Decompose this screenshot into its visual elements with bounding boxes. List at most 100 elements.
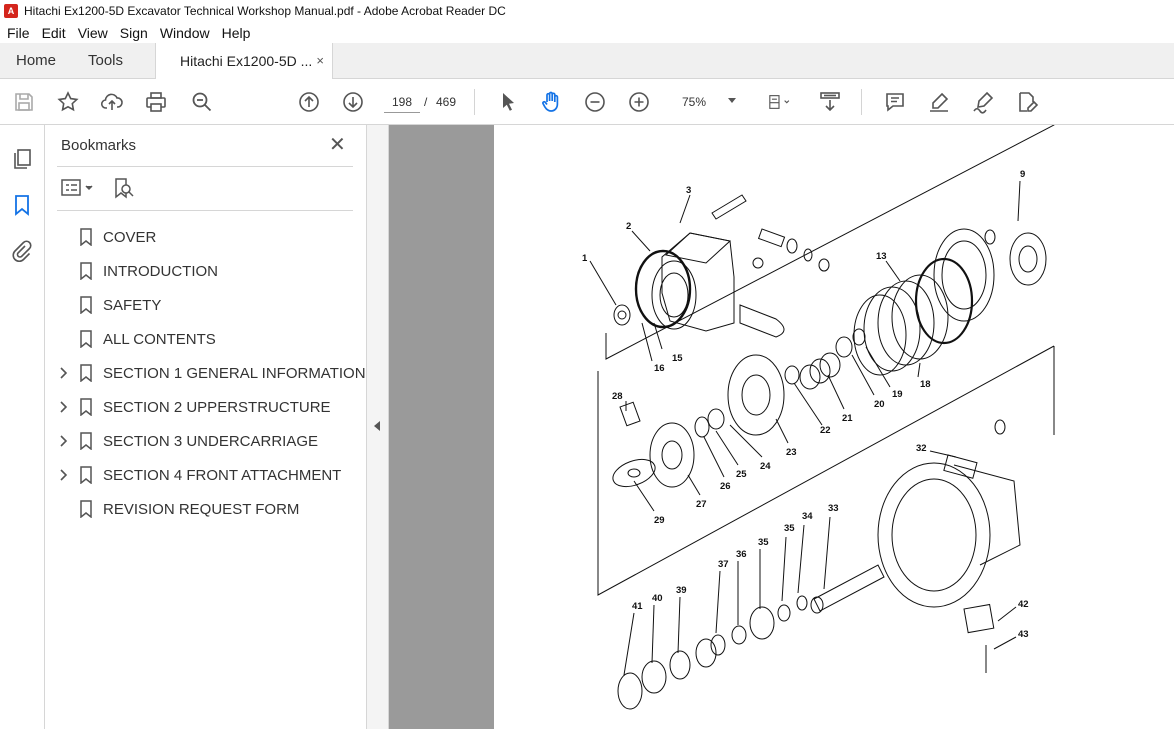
- highlight-pen-icon[interactable]: [927, 90, 951, 114]
- panel-divider: [57, 166, 353, 167]
- bookmark-item[interactable]: SECTION 1 GENERAL INFORMATION: [45, 356, 367, 390]
- bookmarks-title: Bookmarks: [61, 137, 137, 154]
- bookmark-icon: [80, 330, 92, 348]
- bookmark-item[interactable]: INTRODUCTION: [45, 254, 367, 288]
- toolbar-divider: [861, 89, 862, 115]
- menu-sign[interactable]: Sign: [114, 25, 154, 41]
- pdf-page: 1 2 3 9 13 15 16 18 19 20 21 22 23 24 25 26 27 28 29 32 33 34…: [494, 125, 1174, 729]
- page-separator: /: [424, 95, 428, 109]
- bookmarks-panel: Bookmarks ✕ COVER INTRODUCTION SAFETY ALL C…: [45, 125, 367, 729]
- total-pages: 469: [436, 95, 457, 109]
- bookmark-item[interactable]: SECTION 2 UPPERSTRUCTURE: [45, 390, 367, 424]
- callout-number: 41: [632, 601, 643, 612]
- upload-icon[interactable]: [100, 90, 124, 114]
- chevron-right-icon[interactable]: [59, 365, 69, 381]
- select-cursor-icon[interactable]: [496, 90, 520, 114]
- previous-page-icon[interactable]: [297, 90, 321, 114]
- bookmark-list: COVER INTRODUCTION SAFETY ALL CONTENTS SECTI…: [45, 220, 367, 526]
- zoom-dropdown[interactable]: 75%: [668, 90, 746, 114]
- diagram-linework: [589, 125, 1055, 710]
- callout-number: 19: [892, 389, 903, 400]
- menu-help[interactable]: Help: [216, 25, 257, 41]
- document-viewer[interactable]: 1 2 3 9 13 15 16 18 19 20 21 22 23 24 25 26 27 28 29 32 33 34…: [389, 125, 1174, 729]
- bookmark-icon: [80, 262, 92, 280]
- tab-bar: Home Tools Hitachi Ex1200-5D ... ×: [0, 43, 1174, 79]
- menu-view[interactable]: View: [72, 25, 114, 41]
- callout-number: 29: [654, 515, 665, 526]
- menu-file[interactable]: File: [0, 25, 36, 41]
- callout-number: 21: [842, 413, 853, 424]
- close-tab-icon[interactable]: ×: [316, 53, 324, 68]
- print-icon[interactable]: [144, 90, 168, 114]
- zoom-in-icon[interactable]: [627, 90, 651, 114]
- bookmark-item[interactable]: ALL CONTENTS: [45, 322, 367, 356]
- toolbar-divider: [474, 89, 475, 115]
- scroll-mode-icon[interactable]: [818, 90, 842, 114]
- bookmark-tools: [61, 177, 135, 199]
- sign-pen-icon[interactable]: [971, 90, 995, 114]
- close-panel-icon[interactable]: ✕: [329, 135, 346, 155]
- callout-number: 25: [736, 469, 747, 480]
- bookmark-label: SECTION 1 GENERAL INFORMATION: [103, 365, 366, 382]
- page-number-input[interactable]: [384, 91, 420, 113]
- zoom-search-icon[interactable]: [190, 90, 214, 114]
- bookmark-item[interactable]: REVISION REQUEST FORM: [45, 492, 367, 526]
- callout-number: 13: [876, 251, 887, 262]
- bookmark-icon: [80, 228, 92, 246]
- callout-number: 26: [720, 481, 731, 492]
- find-bookmark-icon[interactable]: [111, 177, 135, 199]
- window-title: Hitachi Ex1200-5D Excavator Technical Wo…: [24, 4, 506, 18]
- hand-tool-icon[interactable]: [539, 90, 563, 114]
- bookmark-label: SAFETY: [103, 297, 162, 314]
- bookmark-icon: [80, 500, 92, 518]
- callout-number: 40: [652, 593, 663, 604]
- bookmark-icon: [80, 466, 92, 484]
- tab-document-label: Hitachi Ex1200-5D ...: [180, 53, 313, 69]
- collapse-panel-icon[interactable]: [374, 421, 380, 431]
- menu-edit[interactable]: Edit: [36, 25, 72, 41]
- callout-labels: 1239131516181920212223242526272829323334…: [582, 169, 1029, 640]
- callout-number: 27: [696, 499, 707, 510]
- chevron-right-icon[interactable]: [59, 433, 69, 449]
- callout-number: 34: [802, 511, 813, 522]
- page-thumbnails-icon[interactable]: [10, 147, 34, 171]
- bookmark-item[interactable]: SECTION 3 UNDERCARRIAGE: [45, 424, 367, 458]
- bookmark-icon: [80, 398, 92, 416]
- save-icon[interactable]: [12, 90, 36, 114]
- chevron-right-icon[interactable]: [59, 399, 69, 415]
- chevron-down-icon: [728, 98, 736, 103]
- menu-bar: File Edit View Sign Window Help: [0, 22, 1174, 43]
- bookmark-item[interactable]: SECTION 4 FRONT ATTACHMENT: [45, 458, 367, 492]
- title-bar: A Hitachi Ex1200-5D Excavator Technical …: [0, 0, 1174, 22]
- bookmark-label: COVER: [103, 229, 157, 246]
- chevron-right-icon[interactable]: [59, 467, 69, 483]
- tab-tools[interactable]: Tools: [88, 52, 123, 69]
- menu-window[interactable]: Window: [154, 25, 216, 41]
- panel-divider: [57, 210, 353, 211]
- panel-splitter[interactable]: [367, 125, 389, 729]
- edit-pdf-icon[interactable]: [1015, 90, 1039, 114]
- zoom-out-icon[interactable]: [583, 90, 607, 114]
- callout-number: 15: [672, 353, 683, 364]
- page-fit-icon[interactable]: [762, 90, 796, 114]
- bookmark-panel-icon[interactable]: [10, 193, 34, 217]
- bookmark-options-icon[interactable]: [61, 177, 97, 199]
- callout-number: 35: [784, 523, 795, 534]
- callout-number: 43: [1018, 629, 1029, 640]
- star-icon[interactable]: [56, 90, 80, 114]
- bookmark-label: REVISION REQUEST FORM: [103, 501, 300, 518]
- next-page-icon[interactable]: [341, 90, 365, 114]
- callout-number: 28: [612, 391, 623, 402]
- callout-number: 16: [654, 363, 665, 374]
- callout-number: 20: [874, 399, 885, 410]
- attachment-icon[interactable]: [10, 239, 34, 263]
- callout-number: 35: [758, 537, 769, 548]
- tab-home[interactable]: Home: [16, 52, 56, 69]
- callout-number: 3: [686, 185, 691, 196]
- bookmark-item[interactable]: SAFETY: [45, 288, 367, 322]
- tab-document[interactable]: Hitachi Ex1200-5D ... ×: [155, 43, 333, 79]
- callout-number: 9: [1020, 169, 1025, 180]
- callout-number: 1: [582, 253, 588, 264]
- bookmark-item[interactable]: COVER: [45, 220, 367, 254]
- comment-icon[interactable]: [883, 90, 907, 114]
